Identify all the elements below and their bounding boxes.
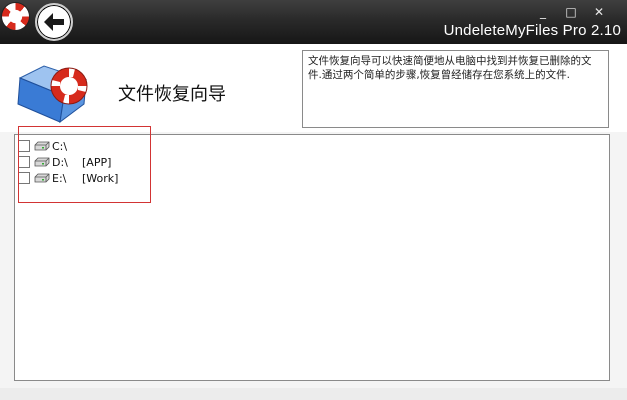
drive-row-d[interactable]: D:\ [APP] — [18, 154, 111, 170]
title-bar: _ □ ✕ UndeleteMyFiles Pro 2.10 — [0, 0, 627, 44]
drive-checkbox-e[interactable] — [18, 172, 30, 184]
app-title: UndeleteMyFiles Pro 2.10 — [443, 22, 621, 39]
maximize-button[interactable]: □ — [563, 5, 579, 19]
lifebuoy-icon — [2, 3, 29, 30]
window-controls: _ □ ✕ — [535, 5, 607, 19]
drive-checkbox-d[interactable] — [18, 156, 30, 168]
back-arrow-icon — [44, 13, 64, 31]
minimize-button[interactable]: _ — [535, 5, 551, 19]
drive-checkbox-c[interactable] — [18, 140, 30, 152]
drive-letter: D:\ — [52, 155, 68, 169]
drive-letter: E:\ — [52, 171, 67, 185]
wizard-header: 文件恢复向导 文件恢复向导可以快速简便地从电脑中找到并恢复已删除的文件.通过两个… — [0, 44, 627, 132]
wizard-title: 文件恢复向导 — [118, 84, 226, 105]
back-button[interactable] — [35, 3, 73, 41]
description-text: 文件恢复向导可以快速简便地从电脑中找到并恢复已删除的文件.通过两个简单的步骤,恢… — [308, 55, 592, 81]
window-bottom-edge — [0, 388, 627, 400]
hard-drive-icon — [34, 157, 50, 167]
drive-tree-panel: C:\ D:\ [APP] E:\ [Work] — [14, 134, 610, 381]
close-button[interactable]: ✕ — [591, 5, 607, 19]
drive-letter: C:\ — [52, 139, 68, 153]
drive-label: [APP] — [82, 155, 112, 169]
drive-row-e[interactable]: E:\ [Work] — [18, 170, 118, 186]
description-box: 文件恢复向导可以快速简便地从电脑中找到并恢复已删除的文件.通过两个简单的步骤,恢… — [302, 50, 609, 128]
drive-label: [Work] — [82, 171, 119, 185]
recovery-folder-icon — [17, 65, 88, 124]
drive-row-c[interactable]: C:\ — [18, 138, 82, 154]
hard-drive-icon — [34, 173, 50, 183]
hard-drive-icon — [34, 141, 50, 151]
